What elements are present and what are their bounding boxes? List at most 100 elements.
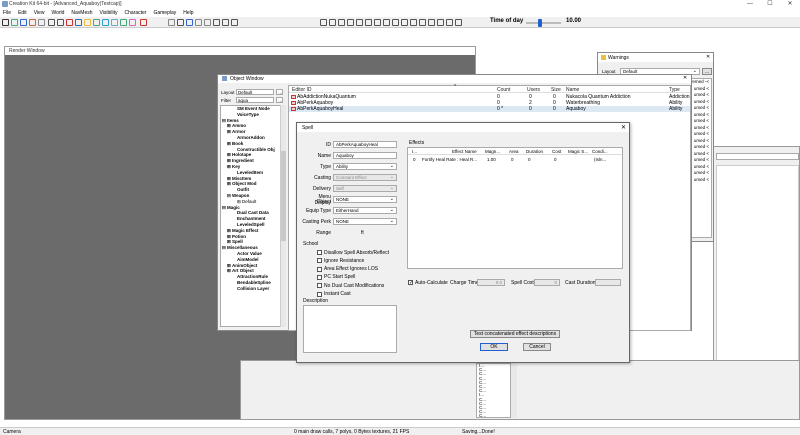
new-file-icon[interactable] [2,19,9,26]
minimize-button[interactable]: — [740,0,760,9]
name-input[interactable]: Aquaboy [333,152,397,159]
menu-visibility[interactable]: Visibility [97,9,122,17]
collision-icon[interactable] [140,19,147,26]
menu-file[interactable]: File [0,9,15,17]
effects-col[interactable]: Condi... [592,149,608,154]
time-of-day-slider[interactable] [526,22,561,24]
preferences-icon[interactable] [29,19,36,26]
effects-col[interactable]: Duration [526,149,543,154]
effects-col[interactable]: Area [509,149,519,154]
plugin-icon[interactable] [446,19,453,26]
marker-icon[interactable] [75,19,82,26]
menu-world[interactable]: World [48,9,68,17]
tree-item[interactable]: Collision Layer [221,286,281,292]
sound-icon[interactable] [93,19,100,26]
menu-help[interactable]: Help [180,9,197,17]
background-panel-field[interactable] [716,153,799,160]
warnings-close-button[interactable]: ✕ [706,54,710,60]
menu-edit[interactable]: Edit [15,9,31,17]
cell-icon[interactable] [186,19,193,26]
object-list-row[interactable]: AbPerkAquaboyHeal 0 * 0 0 Aquaboy Ability [289,106,690,112]
type-select[interactable]: Ability [333,163,397,170]
time-of-day-slider-thumb[interactable] [538,19,542,27]
layout-select[interactable]: Default [236,89,274,95]
help-icon[interactable] [455,19,462,26]
menu-display-select[interactable]: NONE [333,196,397,203]
menu-view[interactable]: View [31,9,49,17]
menu-character[interactable]: Character [122,9,151,17]
redo-icon[interactable] [57,19,64,26]
object-tree[interactable]: SM Event Node VoiceType ⊟Items ⊞Ammo ⊞Armor A… [220,105,282,327]
flag-checkbox[interactable] [317,274,322,280]
data-icon[interactable] [38,19,45,26]
flag-checkbox[interactable] [317,258,322,264]
effects-row[interactable]: 0 Fortify Heal Rate : Heal R... 1.00 0 0 0 (Is… [408,157,622,164]
id-input[interactable]: AbPerkAquaboyHeal [333,141,397,148]
casting-perk-select[interactable]: NONE [333,218,397,225]
effects-table[interactable]: I... Effect Name Magn... Area Duration Cost Ma… [407,147,623,269]
flag-checkbox[interactable] [317,250,322,255]
filter-input[interactable]: aqua [236,97,274,103]
navmesh-icon[interactable] [129,19,136,26]
layout-more-button[interactable]: … [276,89,283,95]
compile-icon[interactable] [428,19,435,26]
menu-navmesh[interactable]: NavMesh [68,9,96,17]
warnings-more-button[interactable]: ... [702,68,712,75]
col-users[interactable]: Users [527,87,540,93]
effects-col[interactable]: I... [412,149,417,154]
dialogue-icon[interactable] [374,19,381,26]
effects-col[interactable]: Effect Name [452,149,477,154]
col-editor-id[interactable]: Editor ID [292,87,311,93]
batch-icon[interactable] [437,19,444,26]
portal-icon[interactable] [195,19,202,26]
equip-type-select[interactable]: EitherHand [333,207,397,214]
foliage-icon[interactable] [120,19,127,26]
open-file-icon[interactable] [11,19,18,26]
col-count[interactable]: Count [497,87,510,93]
sky-icon[interactable] [111,19,118,26]
move-icon[interactable] [329,19,336,26]
effects-col[interactable]: Magic S... [568,149,588,154]
occlusion-icon[interactable] [213,19,220,26]
cancel-button[interactable]: Cancel [523,343,551,351]
auto-calculate-checkbox[interactable]: ✓ [408,280,413,286]
select-icon[interactable] [356,19,363,26]
rotate-icon[interactable] [338,19,345,26]
room-icon[interactable] [204,19,211,26]
object-tree-scrollbar[interactable] [280,105,286,327]
effects-col[interactable]: Magn... [485,149,500,154]
undo-icon[interactable] [48,19,55,26]
lower-panel-scrollbar[interactable] [511,363,517,418]
object-window-close-button[interactable]: ✕ [683,75,687,81]
snap-icon[interactable] [168,19,175,26]
col-type[interactable]: Type [669,87,680,93]
animation-icon[interactable] [401,19,408,26]
filter-more-button[interactable]: … [276,97,283,103]
scale-icon[interactable] [347,19,354,26]
package-icon[interactable] [392,19,399,26]
layers-icon[interactable] [222,19,229,26]
script-icon[interactable] [410,19,417,26]
spell-close-button[interactable]: ✕ [621,124,626,131]
col-size[interactable]: Size [551,87,561,93]
test-descriptions-button[interactable]: Test concatenated effect descriptions [470,330,560,338]
camera-icon[interactable] [231,19,238,26]
flag-checkbox[interactable] [317,291,322,297]
ok-button[interactable]: OK [480,343,508,351]
close-button[interactable]: ✕ [780,0,800,9]
grid-icon[interactable] [177,19,184,26]
flag-checkbox[interactable] [317,266,322,272]
render-icon[interactable] [66,19,73,26]
maximize-button[interactable]: ☐ [760,0,780,9]
object-tree-scroll-thumb[interactable] [281,151,286,241]
water-icon[interactable] [102,19,109,26]
frame-icon[interactable] [365,19,372,26]
menu-gameplay[interactable]: Gameplay [150,9,180,17]
lower-list-item[interactable]: C... [477,413,510,418]
save-icon[interactable] [20,19,27,26]
quest-icon[interactable] [383,19,390,26]
flag-checkbox[interactable] [317,283,322,289]
gizmo-icon[interactable] [320,19,327,26]
light-icon[interactable] [84,19,91,26]
col-name[interactable]: Name [566,87,579,93]
